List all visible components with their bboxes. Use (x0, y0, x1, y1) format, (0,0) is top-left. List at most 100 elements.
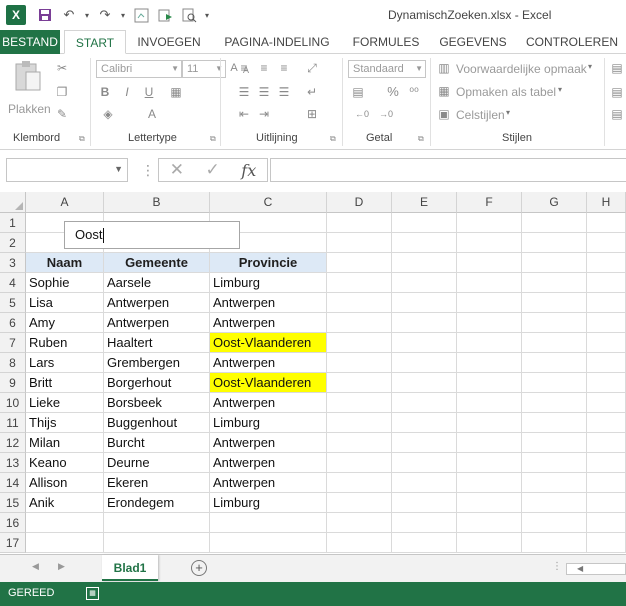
excel-logo-icon[interactable]: X (6, 5, 26, 25)
row-header-11[interactable]: 11 (0, 413, 26, 433)
table-header-naam[interactable]: Naam (26, 253, 104, 273)
cell-e6[interactable] (392, 313, 457, 333)
row-header-1[interactable]: 1 (0, 213, 26, 233)
column-header-g[interactable]: G (522, 192, 587, 213)
column-header-h[interactable]: H (587, 192, 626, 213)
cell-d5[interactable] (327, 293, 392, 313)
cell-h8[interactable] (587, 353, 626, 373)
table-cell-provincie[interactable]: Limburg (210, 273, 327, 293)
cell-c17[interactable] (210, 533, 327, 553)
conditional-formatting-button[interactable]: ▥ Voorwaardelijke opmaak ▾ (436, 60, 596, 78)
cell-h13[interactable] (587, 453, 626, 473)
table-cell-provincie[interactable]: Oost-Vlaanderen (210, 333, 327, 353)
cell-e4[interactable] (392, 273, 457, 293)
cell-f5[interactable] (457, 293, 522, 313)
column-header-e[interactable]: E (392, 192, 457, 213)
cell-d9[interactable] (327, 373, 392, 393)
cell-d3[interactable] (327, 253, 392, 273)
cell-h12[interactable] (587, 433, 626, 453)
redo-dropdown-icon[interactable]: ▾ (118, 5, 128, 25)
cell-e1[interactable] (392, 213, 457, 233)
table-cell-naam[interactable]: Lisa (26, 293, 104, 313)
cell-a16[interactable] (26, 513, 104, 533)
row-header-2[interactable]: 2 (0, 233, 26, 253)
cell-d2[interactable] (327, 233, 392, 253)
tab-controleren[interactable]: CONTROLEREN (518, 30, 626, 54)
column-header-c[interactable]: C (210, 192, 327, 213)
cell-d17[interactable] (327, 533, 392, 553)
table-cell-gemeente[interactable]: Antwerpen (104, 293, 210, 313)
table-cell-gemeente[interactable]: Erondegem (104, 493, 210, 513)
table-cell-gemeente[interactable]: Grembergen (104, 353, 210, 373)
undo-icon[interactable]: ↶ (58, 5, 80, 25)
table-cell-provincie[interactable]: Limburg (210, 493, 327, 513)
cell-d8[interactable] (327, 353, 392, 373)
column-header-f[interactable]: F (457, 192, 522, 213)
cell-h3[interactable] (587, 253, 626, 273)
insert-cells-icon[interactable]: ▤ (610, 60, 624, 76)
cell-f10[interactable] (457, 393, 522, 413)
tab-formules[interactable]: FORMULES (344, 30, 428, 54)
table-cell-provincie[interactable]: Limburg (210, 413, 327, 433)
cell-f3[interactable] (457, 253, 522, 273)
row-header-4[interactable]: 4 (0, 273, 26, 293)
cell-d14[interactable] (327, 473, 392, 493)
format-cells-icon[interactable]: ▤ (610, 106, 624, 122)
cell-a17[interactable] (26, 533, 104, 553)
cell-f2[interactable] (457, 233, 522, 253)
cell-e3[interactable] (392, 253, 457, 273)
cell-f7[interactable] (457, 333, 522, 353)
format-as-table-button[interactable]: ▦ Opmaken als tabel ▾ (436, 83, 596, 101)
table-header-gemeente[interactable]: Gemeente (104, 253, 210, 273)
column-header-b[interactable]: B (104, 192, 210, 213)
font-name-combo[interactable]: Calibri ▼ (96, 60, 182, 78)
cell-h9[interactable] (587, 373, 626, 393)
cell-d1[interactable] (327, 213, 392, 233)
comma-style-icon[interactable]: ⁰⁰ (406, 84, 422, 100)
select-all-button[interactable] (0, 192, 26, 213)
align-bottom-icon[interactable]: ≡ (276, 60, 292, 76)
insert-function-icon[interactable]: fx (241, 161, 256, 180)
klembord-launcher-icon[interactable]: ⧉ (79, 134, 85, 144)
cell-g1[interactable] (522, 213, 587, 233)
column-header-d[interactable]: D (327, 192, 392, 213)
table-cell-naam[interactable]: Britt (26, 373, 104, 393)
cell-f12[interactable] (457, 433, 522, 453)
cell-g13[interactable] (522, 453, 587, 473)
currency-icon[interactable]: ▤ (350, 84, 366, 100)
delete-cells-icon[interactable]: ▤ (610, 84, 624, 100)
align-center-icon[interactable]: ☰ (256, 84, 272, 100)
fill-color-icon[interactable]: ◈ (100, 106, 116, 122)
bold-button[interactable]: B (98, 84, 112, 100)
table-cell-naam[interactable]: Milan (26, 433, 104, 453)
table-cell-gemeente[interactable]: Deurne (104, 453, 210, 473)
italic-button[interactable]: I (120, 84, 134, 100)
cell-g3[interactable] (522, 253, 587, 273)
align-right-icon[interactable]: ☰ (276, 84, 292, 100)
tab-pagina-indeling[interactable]: PAGINA-INDELING (214, 30, 340, 54)
format-painter-icon[interactable]: ✎ (54, 106, 70, 122)
cell-g9[interactable] (522, 373, 587, 393)
redo-icon[interactable]: ↷ (94, 5, 116, 25)
decrease-indent-icon[interactable]: ⇤ (236, 106, 252, 122)
row-header-3[interactable]: 3 (0, 253, 26, 273)
align-left-icon[interactable]: ☰ (236, 84, 252, 100)
table-cell-naam[interactable]: Lieke (26, 393, 104, 413)
table-cell-provincie[interactable]: Antwerpen (210, 473, 327, 493)
row-header-12[interactable]: 12 (0, 433, 26, 453)
table-cell-gemeente[interactable]: Buggenhout (104, 413, 210, 433)
cancel-icon[interactable]: ✕ (170, 160, 184, 180)
underline-button[interactable]: U (142, 84, 156, 100)
row-header-17[interactable]: 17 (0, 533, 26, 553)
cell-g11[interactable] (522, 413, 587, 433)
cell-e12[interactable] (392, 433, 457, 453)
cell-h4[interactable] (587, 273, 626, 293)
cell-d6[interactable] (327, 313, 392, 333)
cell-e14[interactable] (392, 473, 457, 493)
cell-g6[interactable] (522, 313, 587, 333)
worksheet-grid[interactable]: ABCDEFGH 1 2 3 4 5 6 7 8 9 10 11 12 13 14 15 16 17 Naam G… (0, 192, 626, 554)
table-header-provincie[interactable]: Provincie (210, 253, 327, 273)
chevron-down-icon[interactable]: ▼ (114, 164, 123, 174)
customize-qat-icon[interactable]: ▾ (202, 5, 212, 25)
cell-f17[interactable] (457, 533, 522, 553)
